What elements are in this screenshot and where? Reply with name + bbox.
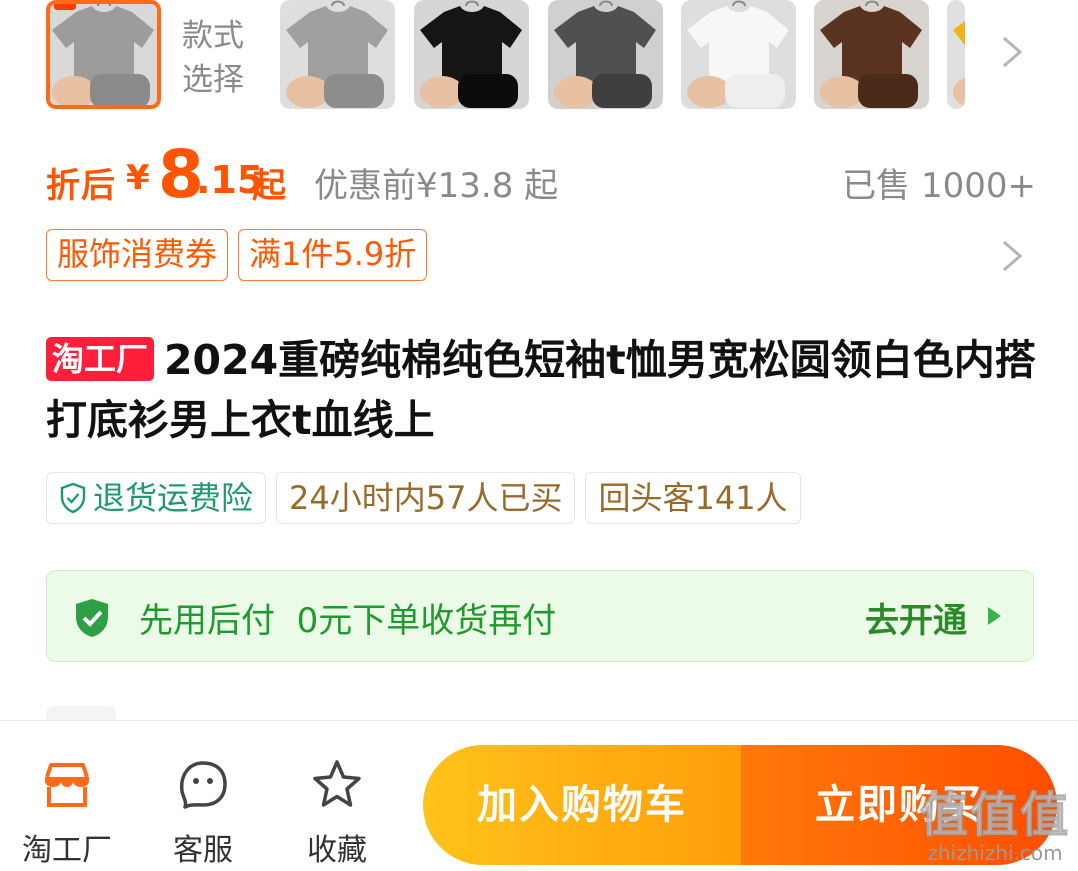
chat-face-icon <box>180 761 227 809</box>
style-thumbnail-white[interactable] <box>681 0 796 109</box>
chevron-right-icon[interactable] <box>998 32 1026 72</box>
chevron-right-icon[interactable] <box>998 236 1026 276</box>
bottom-action-bar: 淘工厂 客服 收藏 加入购物车 立即购买 值值值 zhizhizhi.com <box>0 720 1078 871</box>
style-thumbnail-brown[interactable] <box>814 0 929 109</box>
hanger-hook <box>865 0 879 7</box>
hanger-hook <box>97 4 111 7</box>
service-badges: 退货运费险 24小时内57人已买 回头客141人 <box>46 472 811 524</box>
style-select-label: 款式 选择 <box>182 18 244 98</box>
style-thumbnail-dark-gray[interactable] <box>548 0 663 109</box>
pay-later-text: 先用后付 0元下单收货再付 <box>139 601 557 641</box>
hand-shape <box>554 76 598 108</box>
hand-shape <box>52 76 96 105</box>
coupon-row[interactable]: 服饰消费券 满1件5.9折 <box>46 229 437 281</box>
return-insurance-label: 退货运费险 <box>93 479 254 517</box>
tshirt-image <box>420 0 522 108</box>
tshirt-image <box>554 0 656 108</box>
shop-label: 淘工厂 <box>22 833 112 868</box>
hand-shape <box>687 76 731 108</box>
product-title-block: 淘工厂 2024重磅纯棉纯色短袖t恤男宽松圆领白色内搭打底衫男上衣t血线上 <box>46 330 1036 450</box>
return-insurance-badge[interactable]: 退货运费险 <box>46 472 267 524</box>
style-selector: 款式 选择 <box>0 0 1078 115</box>
favorite-button[interactable]: 收藏 <box>282 757 392 869</box>
add-to-cart-button[interactable]: 加入购物车 <box>423 745 741 865</box>
style-thumbnail-yellow[interactable] <box>947 0 965 109</box>
folded-shirt <box>324 74 384 108</box>
hanger-hook <box>331 0 345 7</box>
watermark: 值值值 zhizhizhi.com <box>919 775 1070 865</box>
customer-service-button[interactable]: 客服 <box>148 757 258 869</box>
folded-shirt <box>725 74 785 108</box>
price-suffix: 起 <box>252 166 286 206</box>
tshirt-image <box>52 4 154 105</box>
favorite-label: 收藏 <box>307 833 367 868</box>
hand-shape <box>953 77 965 107</box>
price-row: 折后 ¥ 8 .15 起 优惠前¥13.8 起 已售 1000+ <box>46 136 1036 213</box>
folded-shirt <box>858 74 918 108</box>
hanger-hook <box>732 0 746 7</box>
coupon-discount[interactable]: 满1件5.9折 <box>238 229 428 281</box>
tshirt-image <box>286 0 388 108</box>
store-icon <box>45 763 89 807</box>
star-icon <box>313 760 361 807</box>
taogongchang-tag: 淘工厂 <box>46 337 155 381</box>
watermark-url: zhizhizhi.com <box>927 841 1063 865</box>
selected-badge <box>54 4 76 10</box>
product-title: 2024重磅纯棉纯色短袖t恤男宽松圆领白色内搭打底衫男上衣t血线上 <box>46 336 1036 444</box>
caret-right-icon <box>988 607 1001 625</box>
customer-service-label: 客服 <box>173 833 233 868</box>
tshirt-image <box>687 0 789 108</box>
coupon-apparel-voucher[interactable]: 服饰消费券 <box>46 229 229 281</box>
folded-shirt <box>592 74 652 108</box>
folded-shirt <box>458 74 518 108</box>
folded-shirt <box>90 74 150 105</box>
activate-pay-later-link[interactable]: 去开通 <box>865 593 967 642</box>
recent-buyers-badge: 24小时内57人已买 <box>276 472 576 524</box>
pay-later-banner[interactable]: 先用后付 0元下单收货再付 去开通 <box>46 570 1034 662</box>
tshirt-image <box>820 0 922 108</box>
shop-nav-button[interactable]: 淘工厂 <box>12 757 122 869</box>
hand-shape <box>286 76 330 108</box>
shield-check-icon <box>60 482 86 514</box>
tshirt-image <box>953 21 965 107</box>
hanger-hook <box>599 0 613 7</box>
price-currency: ¥ <box>126 158 150 198</box>
sold-count: 已售 1000+ <box>842 166 1036 206</box>
hand-shape <box>820 76 864 108</box>
hand-shape <box>420 76 464 108</box>
hanger-hook <box>465 0 479 7</box>
style-thumbnail-light-gray[interactable] <box>280 0 395 109</box>
repeat-buyers-badge: 回头客141人 <box>585 472 801 524</box>
original-price: 优惠前¥13.8 起 <box>314 166 559 206</box>
shield-check-icon <box>76 599 108 637</box>
price-after-label: 折后 <box>46 166 116 206</box>
style-thumbnail-gray-selected[interactable] <box>46 0 161 109</box>
watermark-logo: 值值值 <box>919 786 1070 844</box>
style-thumbnail-black[interactable] <box>414 0 529 109</box>
